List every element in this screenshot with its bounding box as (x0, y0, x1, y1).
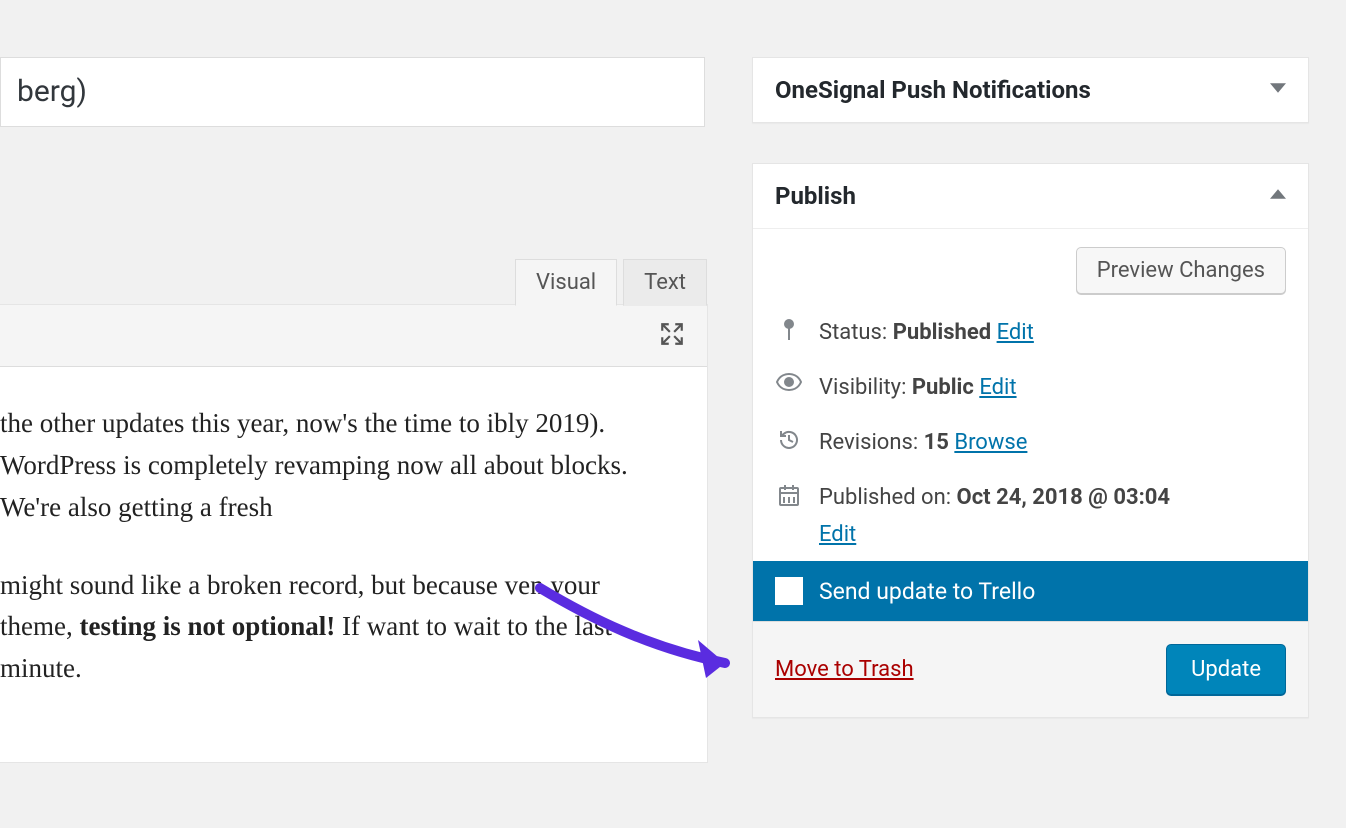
post-title-input[interactable]: berg) (0, 57, 705, 127)
paragraph: might sound like a broken record, but be… (0, 565, 707, 691)
history-icon (775, 426, 803, 452)
pin-icon (775, 316, 803, 342)
publish-header[interactable]: Publish (753, 164, 1308, 229)
tab-visual[interactable]: Visual (515, 259, 617, 306)
publish-title: Publish (775, 182, 856, 210)
major-actions: Move to Trash Update (753, 621, 1308, 717)
status-row: Status: Published Edit (775, 316, 1286, 349)
published-value: Oct 24, 2018 @ 03:04 (957, 485, 1171, 510)
visibility-value: Public (912, 375, 974, 400)
update-button[interactable]: Update (1166, 644, 1286, 695)
published-edit-link[interactable]: Edit (819, 518, 856, 551)
trello-row: Send update to Trello (753, 561, 1308, 621)
published-row: Published on: Oct 24, 2018 @ 03:04 Edit (775, 481, 1286, 551)
preview-changes-button[interactable]: Preview Changes (1076, 247, 1286, 294)
visibility-row: Visibility: Public Edit (775, 371, 1286, 404)
move-to-trash-link[interactable]: Move to Trash (775, 657, 914, 682)
caret-down-icon (1270, 80, 1286, 100)
visibility-edit-link[interactable]: Edit (979, 375, 1016, 400)
caret-up-icon (1270, 186, 1286, 206)
expand-icon[interactable] (659, 321, 685, 351)
publish-body: Preview Changes Status: Published Edit V… (753, 229, 1308, 621)
onesignal-title: OneSignal Push Notifications (775, 76, 1091, 104)
trello-label: Send update to Trello (819, 578, 1035, 605)
status-edit-link[interactable]: Edit (997, 320, 1034, 345)
revisions-row: Revisions: 15 Browse (775, 426, 1286, 459)
onesignal-metabox: OneSignal Push Notifications (752, 57, 1309, 123)
calendar-icon (775, 481, 803, 507)
revisions-browse-link[interactable]: Browse (954, 430, 1027, 455)
status-label: Status: (819, 320, 893, 345)
paragraph: the other updates this year, now's the t… (0, 403, 707, 529)
sidebar: OneSignal Push Notifications Publish Pre… (752, 57, 1309, 758)
eye-icon (775, 371, 803, 391)
editor-toolbar (0, 305, 707, 367)
revisions-label: Revisions: (819, 430, 924, 455)
status-value: Published (893, 320, 991, 345)
preview-row: Preview Changes (775, 247, 1286, 294)
publish-metabox: Publish Preview Changes Status: Publishe… (752, 163, 1309, 718)
trello-checkbox[interactable] (775, 577, 803, 605)
tab-text[interactable]: Text (623, 259, 707, 306)
onesignal-header[interactable]: OneSignal Push Notifications (753, 58, 1308, 122)
visibility-label: Visibility: (819, 375, 912, 400)
editor-content[interactable]: the other updates this year, now's the t… (0, 367, 707, 762)
revisions-value: 15 (924, 430, 949, 455)
published-label: Published on: (819, 485, 957, 510)
editor-tabs: Visual Text (509, 253, 707, 305)
editor-column: berg) Visual Text the other updates this… (0, 57, 708, 127)
editor-box: Visual Text the other updates this year,… (0, 304, 708, 763)
